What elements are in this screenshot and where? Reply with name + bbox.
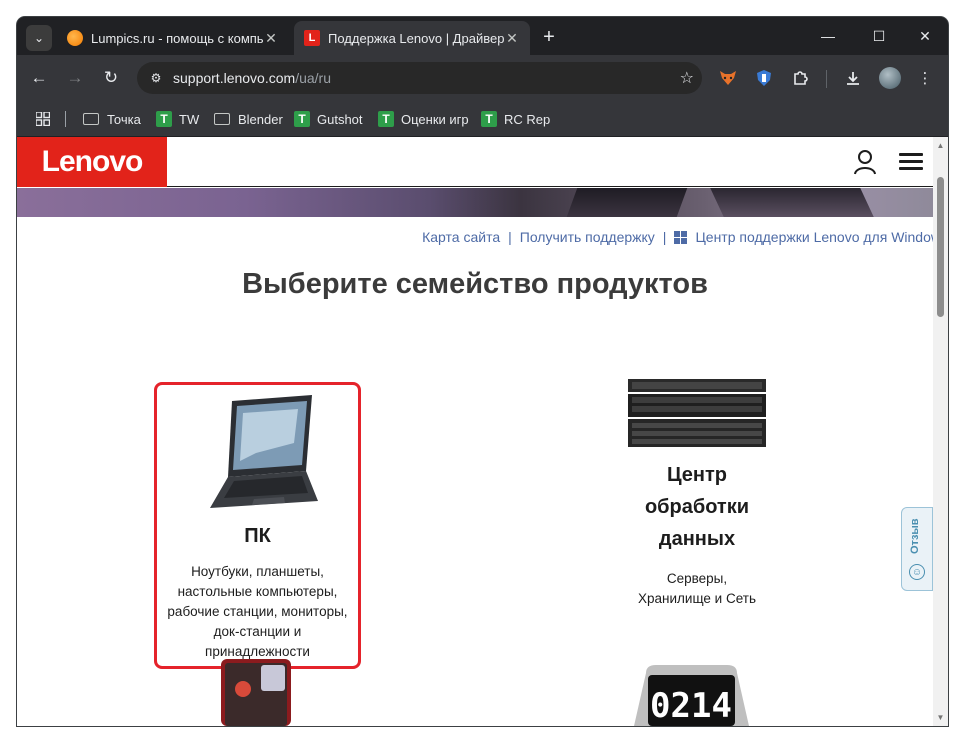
bookmark-label: Gutshot [317, 111, 363, 127]
hero-banner [17, 188, 933, 217]
windows-logo-icon [674, 230, 688, 244]
scrollbar-thumb[interactable] [937, 177, 944, 317]
apps-grid-icon[interactable] [34, 110, 52, 128]
lenovo-logo[interactable]: Lenovo [17, 137, 167, 187]
maximize-button[interactable]: ☐ [864, 23, 894, 49]
reload-button[interactable]: ↻ [98, 65, 124, 91]
reload-icon: ↻ [103, 68, 119, 87]
bookmark-rc-rep[interactable]: T RC Rep [481, 109, 550, 129]
phone-image [221, 659, 291, 726]
banner-device-image [566, 188, 688, 217]
link-divider: | [508, 229, 512, 245]
profile-avatar[interactable] [879, 67, 901, 89]
bookmark-ocenki-igr[interactable]: T Оценки игр [378, 109, 469, 129]
tab-lumpics[interactable]: Lumpics.ru - помощь с компью ✕ [57, 21, 289, 55]
support-links: Карта сайта | Получить поддержку | Центр… [422, 229, 948, 245]
close-window-button[interactable]: ✕ [910, 23, 940, 49]
new-tab-button[interactable]: + [537, 25, 561, 49]
shield-extension-icon[interactable] [752, 66, 776, 90]
tw-site-icon: T [156, 111, 172, 127]
page-scrollbar[interactable]: ▲ ▼ [933, 137, 948, 726]
tab-strip: ⌄ Lumpics.ru - помощь с компью ✕ L Подде… [17, 17, 948, 55]
site-info-icon[interactable]: ⚙ [147, 69, 165, 87]
tw-site-icon: T [378, 111, 394, 127]
url-text[interactable]: support.lenovo.com/ua/ru [173, 70, 331, 86]
hamburger-menu-icon[interactable] [899, 153, 923, 171]
smiley-icon: ☺ [909, 564, 925, 580]
link-divider: | [662, 229, 667, 245]
minimize-button[interactable]: — [813, 23, 843, 49]
tw-site-icon: T [294, 111, 310, 127]
tw-site-icon: T [481, 111, 497, 127]
bookmark-label: RC Rep [504, 111, 551, 127]
server-rack-image [628, 379, 766, 447]
back-button[interactable]: ← [26, 65, 52, 91]
toolbar-separator [826, 70, 827, 88]
bookmark-label: TW [179, 111, 200, 127]
puzzle-icon[interactable] [788, 66, 812, 90]
folder-icon [214, 113, 230, 125]
scroll-down-icon[interactable]: ▼ [936, 713, 945, 722]
chevron-down-icon: ⌄ [33, 31, 45, 45]
category-card-pc[interactable]: ПК Ноутбуки, планшеты, настольные компью… [154, 382, 361, 669]
close-icon[interactable]: ✕ [263, 30, 279, 47]
scroll-up-icon[interactable]: ▲ [936, 141, 945, 150]
tab-search-button[interactable]: ⌄ [26, 25, 52, 51]
tab-title: Поддержка Lenovo | Драйвер [328, 30, 504, 46]
bookmark-tw[interactable]: T TW [156, 109, 199, 129]
clock-display: 0214 [650, 686, 732, 726]
category-title: ПК [244, 525, 271, 547]
category-card-data-center[interactable]: Центр обработки данных Серверы, Хранилищ… [577, 379, 817, 642]
tab-lenovo-support[interactable]: L Поддержка Lenovo | Драйвер ✕ [294, 21, 530, 55]
address-bar[interactable]: ⚙ support.lenovo.com/ua/ru ☆ [137, 62, 702, 94]
folder-icon [83, 113, 99, 125]
kebab-menu-icon[interactable]: ⋮ [913, 66, 937, 90]
bookmark-folder-tochka[interactable]: Точка [83, 109, 141, 129]
bookmark-star-icon[interactable]: ☆ [680, 68, 694, 88]
url-path: /ua/ru [295, 70, 331, 86]
bookmarks-separator [65, 111, 66, 127]
url-host: support.lenovo.com [173, 70, 296, 86]
close-icon[interactable]: ✕ [504, 30, 520, 47]
banner-device-image [710, 188, 874, 217]
page-title: Выберите семейство продуктов [242, 268, 708, 300]
site-header: Lenovo [17, 137, 933, 187]
user-icon[interactable] [853, 149, 877, 175]
lumpics-favicon-icon [67, 30, 83, 46]
feedback-label: Отзыв [909, 518, 921, 554]
lenovo-favicon-icon: L [304, 30, 320, 46]
web-page: Lenovo Карта сайта | Получить поддержку … [17, 137, 948, 726]
bookmark-label: Оценки игр [401, 111, 469, 127]
download-icon[interactable] [841, 66, 865, 90]
laptop-image [209, 395, 318, 508]
bookmark-folder-blender[interactable]: Blender [214, 109, 283, 129]
category-description: Серверы, Хранилище и Сеть [638, 571, 756, 606]
bookmarks-bar: Точка T TW Blender T Gutshot T Оценки игр T… [17, 101, 948, 137]
bookmark-label: Точка [107, 111, 141, 127]
sitemap-link[interactable]: Карта сайта [422, 229, 500, 245]
fox-extension-icon[interactable] [716, 66, 740, 90]
tab-title: Lumpics.ru - помощь с компью [91, 30, 263, 46]
windows-support-center-link[interactable]: Центр поддержки Lenovo для Windows [695, 229, 948, 245]
browser-window: ⌄ Lumpics.ru - помощь с компью ✕ L Подде… [17, 17, 948, 726]
category-title: Центр обработки данных [644, 464, 750, 550]
forward-button[interactable]: → [62, 65, 88, 91]
toolbar: ← → ↻ ⚙ support.lenovo.com/ua/ru ☆ ⋮ [17, 55, 948, 101]
arrow-right-icon: → [66, 68, 84, 87]
category-description: Ноутбуки, планшеты, настольные компьютер… [167, 564, 348, 659]
bookmark-label: Blender [238, 111, 283, 127]
smart-clock-image: 0214 [634, 665, 749, 726]
get-support-link[interactable]: Получить поддержку [520, 229, 655, 245]
feedback-tab[interactable]: Отзыв ☺ [901, 507, 933, 591]
bookmark-gutshot[interactable]: T Gutshot [294, 109, 363, 129]
arrow-left-icon: ← [30, 68, 48, 87]
plus-icon: + [543, 25, 555, 48]
